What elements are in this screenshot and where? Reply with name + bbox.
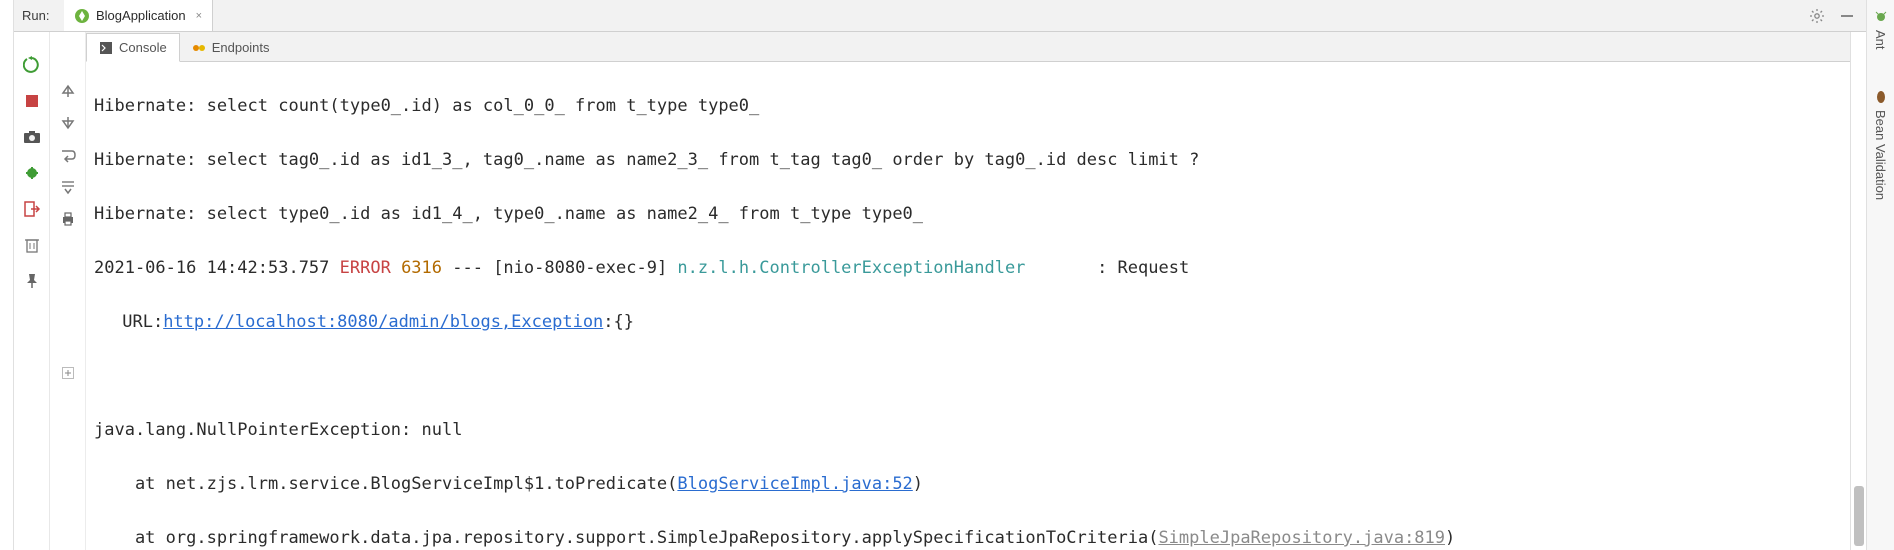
logger-class: n.z.l.h.ControllerExceptionHandler <box>677 258 1025 278</box>
camera-icon[interactable] <box>21 126 43 148</box>
pid: 6316 <box>391 258 442 278</box>
scrollbar-thumb[interactable] <box>1854 486 1864 546</box>
log-line: java.lang.NullPointerException: null <box>94 417 1850 444</box>
gear-icon[interactable] <box>1808 7 1826 25</box>
scroll-to-end-icon[interactable] <box>57 176 79 198</box>
arrow-down-icon[interactable] <box>57 112 79 134</box>
body-row: Console Endpoints Hibernate: select coun… <box>14 32 1866 550</box>
arrow-up-icon[interactable] <box>57 80 79 102</box>
bean-validation-tool-button[interactable]: Bean Validation <box>1873 90 1888 200</box>
soft-wrap-icon[interactable] <box>57 144 79 166</box>
exit-icon[interactable] <box>21 198 43 220</box>
tab-console[interactable]: Console <box>86 33 180 62</box>
message-head: : Request <box>1025 258 1189 278</box>
trash-icon[interactable] <box>21 234 43 256</box>
toolwindow-actions <box>1808 7 1866 25</box>
ant-tool-button[interactable]: Ant <box>1873 10 1888 50</box>
bean-label: Bean Validation <box>1873 110 1888 200</box>
run-config-name: BlogApplication <box>96 8 186 23</box>
main-column: Run: BlogApplication × <box>14 0 1866 550</box>
log-blank <box>94 363 1850 390</box>
log-line: Hibernate: select tag0_.id as id1_3_, ta… <box>94 147 1850 174</box>
run-toolwindow: Run: BlogApplication × <box>0 0 1894 550</box>
console-subtabs: Console Endpoints <box>86 32 1850 62</box>
right-tool-stripe: Ant Bean Validation <box>1866 0 1894 550</box>
close-tab-button[interactable]: × <box>196 10 202 22</box>
tab-endpoints-label: Endpoints <box>212 40 270 55</box>
console-icon <box>99 41 113 55</box>
url-tail: :{} <box>603 312 634 332</box>
console-output[interactable]: Hibernate: select count(type0_.id) as co… <box>86 62 1850 550</box>
run-toolbar <box>14 32 50 550</box>
rerun-debug-icon[interactable] <box>21 162 43 184</box>
ant-icon <box>1874 10 1888 24</box>
stack-line: at org.springframework.data.jpa.reposito… <box>94 525 1850 550</box>
stack-line: at net.zjs.lrm.service.BlogServiceImpl$1… <box>94 471 1850 498</box>
bean-icon <box>1874 90 1888 104</box>
tab-endpoints[interactable]: Endpoints <box>180 34 282 61</box>
ant-label: Ant <box>1873 30 1888 50</box>
console-toolbar <box>50 32 86 550</box>
thread: --- [nio-8080-exec-9] <box>442 258 677 278</box>
left-gutter <box>0 0 14 550</box>
log-line: Hibernate: select type0_.id as id1_4_, t… <box>94 201 1850 228</box>
source-link[interactable]: SimpleJpaRepository.java:819 <box>1158 528 1445 548</box>
stop-icon[interactable] <box>21 90 43 112</box>
content-column: Console Endpoints Hibernate: select coun… <box>86 32 1850 550</box>
console-lines: Hibernate: select count(type0_.id) as co… <box>94 66 1850 550</box>
expand-gutter-icon[interactable] <box>57 362 79 384</box>
log-line: Hibernate: select count(type0_.id) as co… <box>94 93 1850 120</box>
spring-boot-icon <box>74 8 90 24</box>
log-line: 2021-06-16 14:42:53.757 ERROR 6316 --- [… <box>94 255 1850 282</box>
timestamp: 2021-06-16 14:42:53.757 <box>94 258 329 278</box>
url-label: URL: <box>112 312 163 332</box>
vertical-scrollbar[interactable] <box>1850 32 1866 550</box>
url-link[interactable]: http://localhost:8080/admin/blogs,Except… <box>163 312 603 332</box>
tab-console-label: Console <box>119 40 167 55</box>
source-link[interactable]: BlogServiceImpl.java:52 <box>677 474 912 494</box>
print-icon[interactable] <box>57 208 79 230</box>
endpoints-icon <box>192 41 206 55</box>
run-label: Run: <box>14 8 64 23</box>
hide-toolwindow-icon[interactable] <box>1838 7 1856 25</box>
log-line: URL:http://localhost:8080/admin/blogs,Ex… <box>94 309 1850 336</box>
pin-icon[interactable] <box>21 270 43 292</box>
rerun-icon[interactable] <box>21 54 43 76</box>
log-level: ERROR <box>329 258 390 278</box>
run-config-tab[interactable]: BlogApplication × <box>64 0 213 31</box>
run-header: Run: BlogApplication × <box>14 0 1866 32</box>
